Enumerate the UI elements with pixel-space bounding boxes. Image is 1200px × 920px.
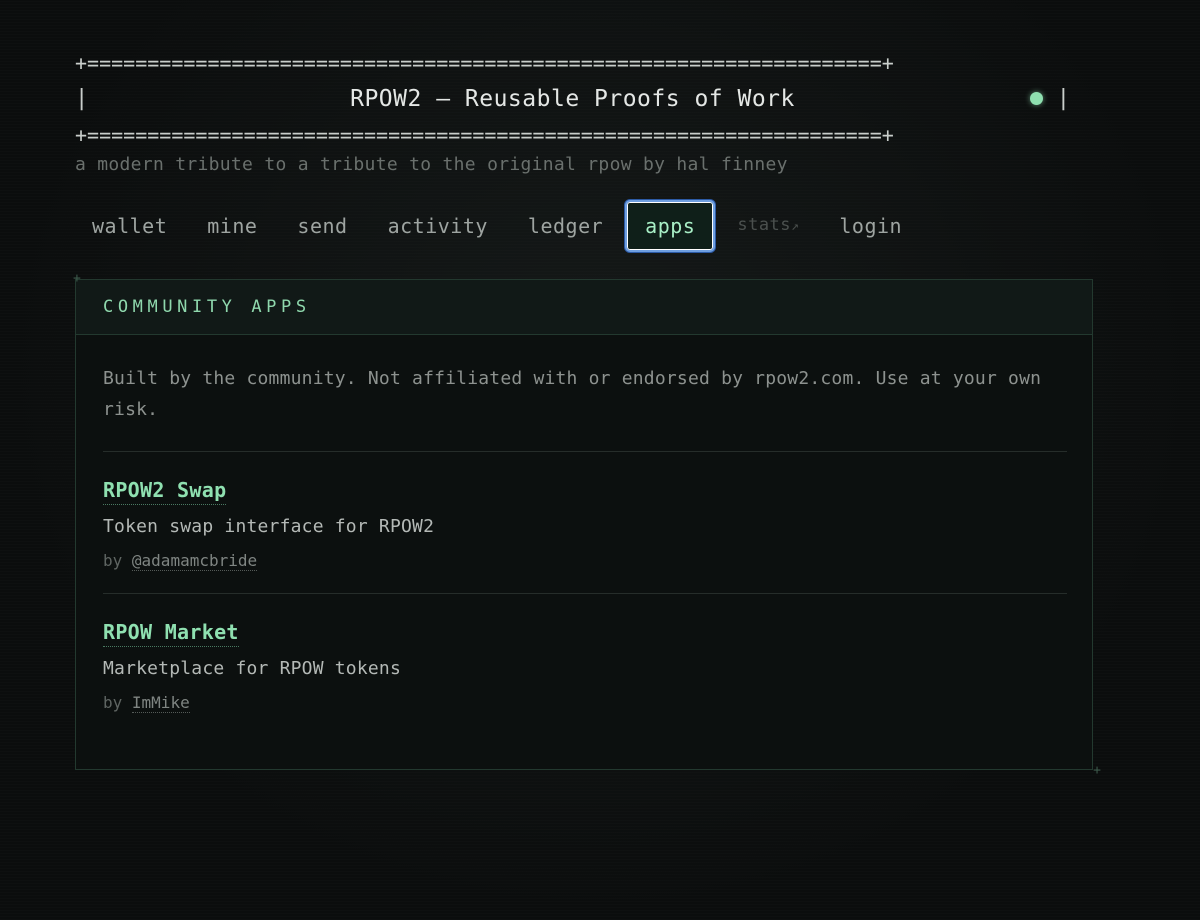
app-author-line: by ImMike	[103, 691, 1067, 715]
community-apps-panel: + + COMMUNITY APPS Built by the communit…	[73, 272, 1101, 777]
nav-item-activity[interactable]: activity	[370, 200, 506, 252]
external-link-icon: ↗	[791, 219, 800, 234]
app-author-by: by	[103, 693, 123, 712]
app-link-rpow2-swap[interactable]: RPOW2 Swap	[103, 476, 227, 505]
app-entry: RPOW Market Marketplace for RPOW tokens …	[103, 594, 1067, 735]
nav-item-send[interactable]: send	[279, 200, 365, 252]
panel-body: Built by the community. Not affiliated w…	[76, 335, 1092, 735]
nav-item-ledger[interactable]: ledger	[510, 200, 621, 252]
tagline: a modern tribute to a tribute to the ori…	[75, 154, 788, 175]
panel-header: COMMUNITY APPS	[76, 280, 1092, 335]
site-title: RPOW2 — Reusable Proofs of Work	[350, 86, 795, 112]
page: +=======================================…	[73, 50, 1101, 777]
disclaimer-text: Built by the community. Not affiliated w…	[103, 363, 1067, 452]
header-rule-bottom: +=======================================…	[75, 123, 894, 147]
panel-corner-bottom-right: +	[1093, 763, 1101, 778]
status-dot-icon	[1030, 92, 1043, 105]
nav-item-stats[interactable]: stats↗	[719, 199, 817, 253]
panel-heading: COMMUNITY APPS	[103, 297, 311, 317]
app-author-line: by @adamamcbride	[103, 549, 1067, 573]
app-author-link[interactable]: ImMike	[131, 693, 190, 713]
header-rule-top: +=======================================…	[75, 51, 894, 75]
nav-item-login[interactable]: login	[821, 200, 920, 252]
app-link-rpow-market[interactable]: RPOW Market	[103, 618, 239, 647]
header-title-row: | RPOW2 — Reusable Proofs of Work |	[75, 76, 1070, 122]
app-author-by: by	[103, 551, 123, 570]
app-description: Marketplace for RPOW tokens	[103, 658, 401, 679]
app-author-link[interactable]: @adamamcbride	[131, 551, 258, 571]
header-pipe-right: |	[1056, 86, 1070, 111]
app-entry: RPOW2 Swap Token swap interface for RPOW…	[103, 452, 1067, 594]
nav-item-stats-label: stats	[737, 215, 792, 235]
main-nav: wallet mine send activity ledger apps st…	[75, 198, 1095, 254]
nav-item-apps[interactable]: apps	[625, 200, 716, 252]
panel-corner-top-left: +	[73, 271, 81, 286]
nav-item-wallet[interactable]: wallet	[74, 200, 185, 252]
nav-item-mine[interactable]: mine	[189, 200, 275, 252]
app-description: Token swap interface for RPOW2	[103, 516, 435, 537]
